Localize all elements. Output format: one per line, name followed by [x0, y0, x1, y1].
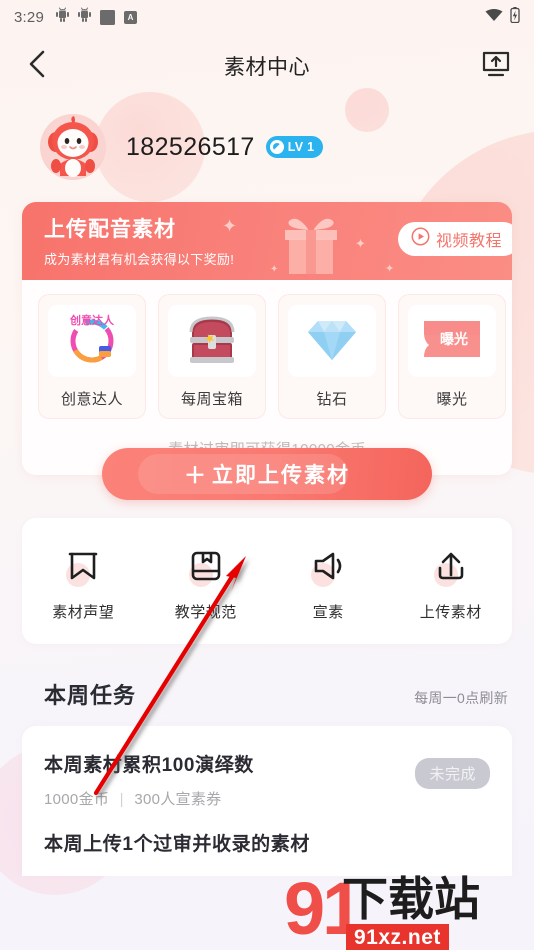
treasure-chest-icon — [184, 313, 240, 370]
weekly-tasks-section: 本周任务 每周一0点刷新 本周素材累积100演绎数 1000金币 | 300人宣… — [22, 678, 512, 876]
bookmark-icon — [58, 544, 108, 588]
video-tutorial-button[interactable]: 视频教程 — [397, 222, 512, 256]
reward-card-label: 每周宝箱 — [180, 391, 243, 408]
creative-circle-icon: 创意达人 — [63, 310, 121, 373]
back-button[interactable] — [18, 47, 56, 85]
page-title: 素材中心 — [224, 56, 310, 79]
quick-item-promote[interactable]: 宣素 — [267, 544, 390, 622]
reward-card-label: 曝光 — [436, 391, 468, 408]
quick-item-upload[interactable]: 上传素材 — [390, 544, 513, 622]
quick-item-label: 教学规范 — [174, 604, 237, 621]
banner-body: 创意达人 创意达人 每周宝箱 钻石 曝光 曝光 — [22, 280, 512, 475]
level-badge-label: LV 1 — [287, 140, 315, 154]
task-name: 本周上传1个过审并收录的素材 — [44, 834, 310, 855]
banner-header: 上传配音素材 成为素材君有机会获得以下奖励! ✦ ✦ ✦ ✦ 视频教程 — [22, 202, 512, 280]
plus-icon: ＋ — [183, 463, 206, 488]
reward-card-exposure[interactable]: 曝光 曝光 — [398, 294, 506, 419]
user-id: 182526517 — [126, 132, 255, 161]
reward-card-label: 创意达人 — [60, 391, 123, 408]
reward-card-diamond[interactable]: 钻石 — [278, 294, 386, 419]
reward-card-creative[interactable]: 创意达人 创意达人 — [38, 294, 146, 419]
sparkle-icon: ✦ — [222, 216, 238, 236]
svg-text:创意达人: 创意达人 — [69, 313, 115, 327]
mascot-avatar-icon — [40, 116, 106, 180]
battery-icon — [510, 6, 520, 28]
profile-row[interactable]: 182526517 LV 1 — [0, 98, 534, 180]
book-icon — [181, 544, 231, 588]
quick-item-label: 上传素材 — [419, 604, 482, 621]
task-reward: 1000金币 | 300人宣素券 — [44, 788, 490, 809]
weekly-tasks-card: 本周素材累积100演绎数 1000金币 | 300人宣素券 未完成 本周上传1个… — [22, 726, 512, 876]
megaphone-icon — [303, 544, 353, 588]
status-badge: 未完成 — [415, 758, 490, 789]
task-reward-ticket: 300人宣素券 — [134, 791, 222, 808]
sparkle-icon: ✦ — [385, 263, 395, 275]
exposure-ticket-icon: 曝光 — [420, 317, 484, 366]
chevron-left-icon — [27, 49, 47, 84]
task-reward-separator: | — [119, 791, 124, 808]
svg-text:曝光: 曝光 — [440, 331, 468, 348]
upload-icon — [426, 544, 476, 588]
upload-material-button[interactable]: ＋ 立即上传素材 — [102, 448, 432, 500]
reward-card-list: 创意达人 创意达人 每周宝箱 钻石 曝光 曝光 — [22, 294, 512, 419]
task-reward-coins: 1000金币 — [44, 791, 110, 808]
wifi-icon — [485, 8, 503, 27]
quick-menu: 素材声望 教学规范 宣素 上传素材 — [22, 518, 512, 644]
quick-item-label: 素材声望 — [52, 604, 115, 621]
quick-item-teaching-rules[interactable]: 教学规范 — [145, 544, 268, 622]
upload-to-screen-button[interactable] — [476, 46, 516, 86]
video-tutorial-label: 视频教程 — [435, 233, 502, 250]
status-bar-clock: 3:29 — [14, 8, 44, 26]
upload-reward-banner: 上传配音素材 成为素材君有机会获得以下奖励! ✦ ✦ ✦ ✦ 视频教程 创意达人… — [22, 202, 512, 475]
weekly-tasks-title: 本周任务 — [44, 683, 137, 708]
weekly-tasks-header: 本周任务 每周一0点刷新 — [22, 678, 512, 710]
letter-a-icon: A — [124, 10, 137, 24]
reward-card-weekly-chest[interactable]: 每周宝箱 — [158, 294, 266, 419]
play-circle-icon — [411, 227, 430, 251]
android-icon — [78, 7, 91, 27]
avatar[interactable] — [40, 114, 106, 180]
quick-item-label: 宣素 — [312, 604, 344, 621]
weekly-tasks-refresh-note: 每周一0点刷新 — [414, 690, 508, 706]
quick-item-reputation[interactable]: 素材声望 — [22, 544, 145, 622]
status-bar: 3:29 A — [0, 0, 534, 34]
square-icon — [100, 9, 115, 25]
upload-to-screen-icon — [481, 49, 511, 84]
android-icon — [56, 7, 69, 27]
reward-card-label: 钻石 — [316, 391, 348, 408]
level-emblem-icon — [269, 140, 284, 154]
gift-box-icon — [275, 212, 347, 278]
diamond-icon — [306, 316, 358, 367]
sparkle-icon: ✦ — [355, 236, 366, 251]
task-row[interactable]: 本周素材累积100演绎数 1000金币 | 300人宣素券 未完成 — [44, 750, 490, 829]
navigation-bar: 素材中心 — [0, 34, 534, 98]
level-badge[interactable]: LV 1 — [265, 136, 324, 158]
task-row[interactable]: 本周上传1个过审并收录的素材 — [44, 829, 490, 876]
upload-material-label: 立即上传素材 — [212, 464, 350, 487]
